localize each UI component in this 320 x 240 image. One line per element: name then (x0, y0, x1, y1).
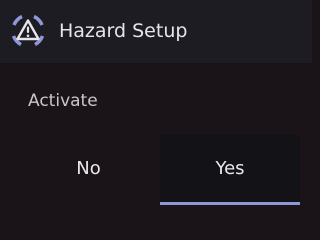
hazard-setup-panel: Hazard Setup Activate No Yes (0, 0, 312, 213)
panel-title: Hazard Setup (59, 20, 188, 42)
activate-label: Activate (28, 91, 98, 111)
hazard-warning-icon (7, 10, 49, 52)
option-yes-button[interactable]: Yes (160, 135, 300, 205)
activate-section: Activate No Yes (0, 63, 312, 213)
option-yes-label: Yes (215, 157, 245, 179)
option-no-button[interactable]: No (17, 135, 160, 205)
selected-indicator (160, 202, 300, 205)
option-no-label: No (76, 157, 101, 179)
panel-header: Hazard Setup (0, 0, 312, 63)
